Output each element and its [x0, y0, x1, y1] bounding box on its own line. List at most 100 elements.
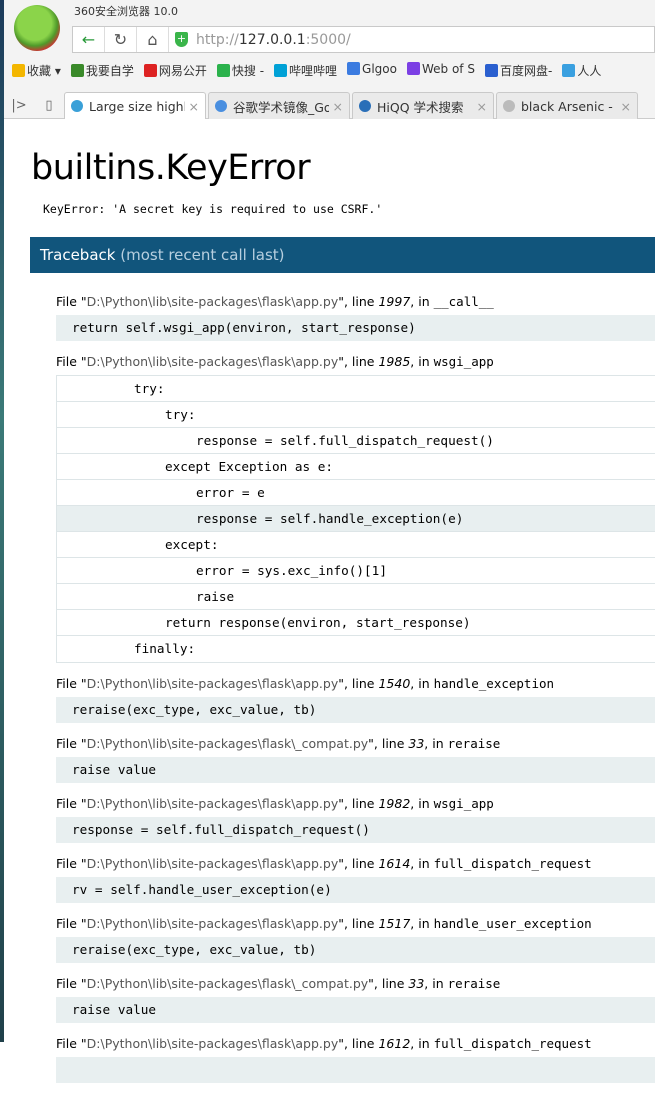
traceback-note: (most recent call last): [120, 246, 285, 264]
tab-label: 谷歌学术镜像_Go: [233, 99, 329, 115]
frame-file: D:\Python\lib\site-packages\flask\app.py: [86, 916, 339, 931]
home-icon[interactable]: ⌂: [137, 27, 169, 52]
source-line: error = sys.exc_info()[1]: [57, 558, 655, 584]
error-message: KeyError: 'A secret key is required to u…: [43, 202, 383, 216]
bookmark-label: 快搜 -: [231, 64, 265, 78]
frame-location: File "D:\Python\lib\site-packages\flask\…: [56, 294, 494, 309]
frame-location: File "D:\Python\lib\site-packages\flask\…: [56, 856, 592, 871]
url-suffix: :5000/: [305, 31, 351, 48]
bookmark-icon: [484, 64, 498, 77]
bookmark-icon: [216, 64, 230, 77]
frame-code[interactable]: raise value: [56, 757, 655, 783]
frame-location: File "D:\Python\lib\site-packages\flask\…: [56, 916, 592, 931]
frame-line: 1985: [378, 354, 411, 369]
browser-logo[interactable]: [14, 5, 60, 51]
frame-code[interactable]: rv = self.handle_user_exception(e): [56, 877, 655, 903]
frame-source[interactable]: try: try: response = self.full_dispatch_re…: [56, 375, 655, 663]
frame-function: __call__: [433, 294, 494, 309]
bookmark-item[interactable]: 百度网盘-: [484, 62, 552, 79]
desktop-edge: [0, 0, 4, 1042]
frame-file: D:\Python\lib\site-packages\flask\app.py: [86, 676, 339, 691]
bookmark-icon: [406, 62, 420, 75]
close-tab-icon[interactable]: ×: [333, 99, 343, 114]
source-line: except Exception as e:: [57, 454, 655, 480]
frame-location: File "D:\Python\lib\site-packages\flask\…: [56, 976, 501, 991]
sidebar-toggle-icon[interactable]: |>: [4, 98, 34, 119]
shield-icon: +: [175, 32, 188, 47]
frame-function: handle_exception: [433, 676, 555, 691]
favicon-icon: [503, 100, 515, 112]
source-line: try:: [57, 376, 655, 402]
bookmark-item[interactable]: 人人: [562, 62, 601, 79]
bookmark-label: 网易公开: [158, 64, 207, 78]
frame-line: 1997: [378, 294, 411, 309]
browser-chrome: 360安全浏览器 10.0 ← ↻ ⌂ + http://127.0.0.1:5…: [4, 0, 655, 119]
close-tab-icon[interactable]: ×: [477, 99, 487, 114]
frame-location: File "D:\Python\lib\site-packages\flask\…: [56, 796, 494, 811]
browser-tab[interactable]: Large size highly ×: [64, 92, 206, 119]
bookmark-label: Web of S: [421, 62, 475, 76]
bookmark-icon: [143, 64, 157, 77]
frame-code[interactable]: [56, 1057, 655, 1083]
bookmark-item[interactable]: 哔哩哔哩: [274, 62, 337, 79]
bookmark-label: 人人: [577, 64, 602, 78]
favicon-icon: [71, 100, 83, 112]
traceback-frames: File "D:\Python\lib\site-packages\flask\…: [56, 292, 655, 1094]
frame-function: full_dispatch_request: [433, 1036, 592, 1051]
frame-file: D:\Python\lib\site-packages\flask\app.py: [86, 1036, 339, 1051]
source-line: try:: [57, 402, 655, 428]
window-title: 360安全浏览器 10.0: [74, 5, 178, 18]
tab-label: black Arsenic -: [521, 98, 613, 114]
source-line: return response(environ, start_response): [57, 610, 655, 636]
bookmark-label: 哔哩哔哩: [289, 64, 338, 78]
source-line: response = self.handle_exception(e): [57, 506, 655, 532]
frame-line: 1612: [378, 1036, 411, 1051]
url-host: 127.0.0.1: [238, 31, 306, 48]
browser-tab[interactable]: 谷歌学术镜像_Go ×: [208, 92, 350, 119]
mobile-icon[interactable]: ▯: [34, 98, 64, 119]
frame-code[interactable]: raise value: [56, 997, 655, 1023]
traceback-header: Traceback (most recent call last): [30, 237, 655, 273]
frame-line: 1540: [378, 676, 411, 691]
bookmark-label: 收藏 ▾: [27, 64, 61, 78]
frame-function: wsgi_app: [433, 796, 494, 811]
bookmark-item[interactable]: 快搜 -: [216, 62, 265, 79]
address-bar[interactable]: + http://127.0.0.1:5000/: [169, 32, 351, 48]
frame-code[interactable]: return self.wsgi_app(environ, start_resp…: [56, 315, 655, 341]
bookmark-icon: [274, 64, 288, 77]
bookmark-label: 我要自学: [85, 64, 134, 78]
page-title: builtins.KeyError: [31, 148, 311, 188]
bookmark-icon: [347, 62, 361, 75]
frame-location: File "D:\Python\lib\site-packages\flask\…: [56, 1036, 592, 1051]
close-tab-icon[interactable]: ×: [621, 99, 631, 114]
frame-function: reraise: [447, 736, 501, 751]
bookmark-item[interactable]: 我要自学: [70, 62, 134, 79]
browser-tab[interactable]: black Arsenic - ×: [496, 92, 638, 119]
frame-code[interactable]: reraise(exc_type, exc_value, tb): [56, 697, 655, 723]
bookmark-item[interactable]: 网易公开: [143, 62, 207, 79]
tab-strip: |> ▯ Large size highly × 谷歌学术镜像_Go × HiQQ 学术…: [4, 91, 655, 119]
bookmark-icon: [562, 64, 576, 77]
frame-file: D:\Python\lib\site-packages\flask\_compa…: [86, 736, 369, 751]
tab-label: HiQQ 学术搜索: [377, 99, 464, 115]
bookmark-label: Glgoo: [362, 62, 397, 76]
source-line: finally:: [134, 641, 196, 656]
traceback-title: Traceback: [40, 246, 116, 264]
bookmarks-bar: 收藏 ▾ 我要自学 网易公开 快搜 - 哔哩哔哩 Glgoo Web of S 百度网盘- 人人: [12, 62, 601, 79]
close-tab-icon[interactable]: ×: [189, 99, 199, 114]
frame-function: reraise: [447, 976, 501, 991]
source-line: response = self.full_dispatch_request(): [57, 428, 655, 454]
bookmark-item[interactable]: Glgoo: [347, 62, 397, 79]
frame-file: D:\Python\lib\site-packages\flask\app.py: [86, 354, 339, 369]
reload-icon[interactable]: ↻: [105, 27, 137, 52]
frame-file: D:\Python\lib\site-packages\flask\_compa…: [86, 976, 369, 991]
bookmark-item[interactable]: Web of S: [406, 62, 475, 79]
back-arrow-icon[interactable]: ←: [73, 27, 105, 52]
frame-code[interactable]: reraise(exc_type, exc_value, tb): [56, 937, 655, 963]
source-line: error = e: [57, 480, 655, 506]
frame-code[interactable]: response = self.full_dispatch_request(): [56, 817, 655, 843]
bookmark-item[interactable]: 收藏 ▾: [12, 62, 61, 79]
browser-tab[interactable]: HiQQ 学术搜索 ×: [352, 92, 494, 119]
frame-function: handle_user_exception: [433, 916, 592, 931]
navigation-bar: ← ↻ ⌂ + http://127.0.0.1:5000/: [72, 26, 655, 53]
